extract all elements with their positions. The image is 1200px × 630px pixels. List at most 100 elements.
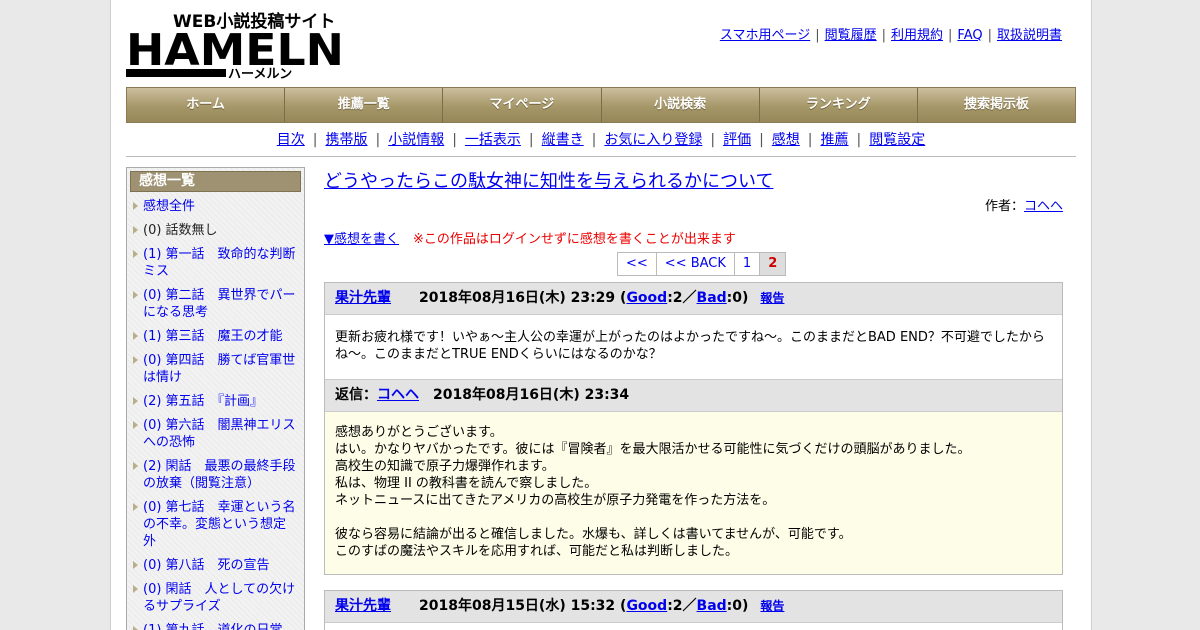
reply-header: 返信：コヘヘ 2018年08月16日(木) 23:34	[325, 379, 1062, 412]
author-link[interactable]: コヘヘ	[1024, 199, 1063, 214]
sidebar-item[interactable]: (1) 第一話 致命的な判断ミス	[127, 243, 304, 284]
comment-card: 果汁先輩 2018年08月16日(木) 23:29 (Good:2／Bad:0) 報…	[324, 282, 1063, 575]
comment-body: 更新お疲れ様です！いやぁ〜主人公の幸運が上がったのはよかったですね〜。このままだ…	[335, 330, 1045, 362]
sidebar-item-label[interactable]: (0) 閑話 人としての欠けるサプライズ	[143, 582, 295, 614]
sidebar-item-label[interactable]: (1) 第九話 道化の日常	[143, 623, 283, 630]
comment-card: 果汁先輩 2018年08月15日(水) 15:32 (Good:2／Bad:0) 報…	[324, 590, 1063, 630]
bullet-arrow-icon	[133, 561, 138, 569]
sidebar-item-label[interactable]: (0) 第四話 勝てば官軍世は情け	[143, 353, 295, 385]
bullet-arrow-icon	[133, 291, 138, 299]
sidebar-item[interactable]: (1) 第三話 魔王の才能	[127, 325, 304, 349]
sidebar-item: (0) 話数無し	[127, 219, 304, 243]
bad-link[interactable]: Bad	[697, 290, 727, 306]
reply-line: はい。かなりヤバかったです。彼には『冒険者』を最大限活かせる可能性に気づくだけの…	[335, 442, 971, 457]
sidebar-list: 感想全件 (0) 話数無し (1) 第一話 致命的な判断ミス (0) 第二話 異世界で…	[127, 195, 304, 630]
reply-date: 2018年08月16日(木) 23:34	[433, 387, 630, 403]
nav-recommend[interactable]: 推薦一覧	[285, 88, 444, 122]
sidebar-item[interactable]: (0) 第六話 闇黒神エリスへの恐怖	[127, 414, 304, 455]
good-count: :2／	[667, 598, 697, 614]
sidebar-title: 感想一覧	[130, 171, 301, 192]
sidebar-item-label[interactable]: (0) 第二話 異世界でパーになる思考	[143, 288, 296, 320]
good-count: :2／	[667, 290, 697, 306]
report-link[interactable]: 報告	[760, 599, 784, 613]
sidebar-item-label[interactable]: (2) 閑話 最悪の最終手段の放棄（閲覧注意）	[143, 459, 296, 491]
comment-body	[325, 623, 1062, 630]
reply-line: このすばの魔法やスキルを応用すれば、可能だと私は判断しました。	[335, 544, 739, 559]
sidebar-item-label[interactable]: (0) 第八話 死の宣告	[143, 558, 270, 573]
comment-date: 2018年08月16日(木) 23:29 (	[419, 290, 627, 306]
reply-user-link[interactable]: コヘヘ	[377, 387, 419, 403]
comment-header: 果汁先輩 2018年08月15日(水) 15:32 (Good:2／Bad:0) 報…	[325, 591, 1062, 623]
sidebar-item[interactable]: (0) 第八話 死の宣告	[127, 554, 304, 578]
subnav-vertical[interactable]: 縦書き	[542, 132, 584, 148]
nav-search[interactable]: 小説検索	[602, 88, 760, 122]
subnav-rate[interactable]: 評価	[723, 132, 751, 148]
bullet-arrow-icon	[133, 250, 138, 258]
bad-link[interactable]: Bad	[697, 598, 727, 614]
reply-line: 高校生の知識で原子力爆弾作れます。	[335, 459, 555, 474]
page: WEB小説投稿サイト HAMELN ハーメルン スマホ用ページ | 閲覧履歴 | 利用規…	[110, 0, 1092, 630]
bad-count: :0)	[726, 598, 749, 614]
comment-date: 2018年08月15日(水) 15:32 (	[419, 598, 627, 614]
login-notice: ※この作品はログインせずに感想を書くことが出来ます	[413, 232, 736, 247]
report-link[interactable]: 報告	[760, 291, 784, 305]
author-line: 作者：コヘヘ	[324, 195, 1063, 214]
pager-first[interactable]: <<	[617, 252, 656, 276]
sidebar-item-label: (0) 話数無し	[143, 223, 218, 238]
write-comment-link[interactable]: ▼感想を書く	[324, 232, 399, 247]
subnav-mobile[interactable]: 携帯版	[325, 132, 367, 148]
bullet-arrow-icon	[133, 462, 138, 470]
top-link-smartphone[interactable]: スマホ用ページ	[720, 28, 810, 43]
top-link-history[interactable]: 閲覧履歴	[825, 28, 877, 43]
comment-user-link[interactable]: 果汁先輩	[335, 290, 391, 306]
comment-header: 果汁先輩 2018年08月16日(木) 23:29 (Good:2／Bad:0) 報…	[325, 283, 1062, 315]
sidebar-item[interactable]: (1) 第九話 道化の日常	[127, 619, 304, 630]
comment-user-link[interactable]: 果汁先輩	[335, 598, 391, 614]
bullet-arrow-icon	[133, 332, 138, 340]
sidebar-item-label[interactable]: (0) 第七話 幸運という名の不幸。変態という想定外	[143, 500, 296, 549]
sidebar-item-label[interactable]: 感想全件	[143, 199, 195, 214]
top-link-terms[interactable]: 利用規約	[891, 28, 943, 43]
logo-sub: ハーメルン	[228, 67, 292, 80]
reply-line: 彼なら容易に結論が出ると確信しました。水爆も、詳しくは書いてませんが、可能です。	[335, 527, 852, 542]
sidebar-item-label[interactable]: (1) 第一話 致命的な判断ミス	[143, 247, 296, 279]
sidebar-item-label[interactable]: (0) 第六話 闇黒神エリスへの恐怖	[143, 418, 296, 450]
reply-label: 返信：	[335, 387, 377, 403]
sidebar-item-label[interactable]: (1) 第三話 魔王の才能	[143, 329, 283, 344]
nav-board[interactable]: 捜索掲示板	[918, 88, 1075, 122]
nav-mypage[interactable]: マイページ	[443, 88, 602, 122]
novel-title[interactable]: どうやったらこの駄女神に知性を与えられるかについて	[324, 171, 773, 192]
good-link[interactable]: Good	[626, 290, 667, 306]
divider	[126, 156, 1076, 157]
bullet-arrow-icon	[133, 503, 138, 511]
author-label: 作者：	[984, 199, 1024, 214]
sidebar-item[interactable]: (0) 第七話 幸運という名の不幸。変態という想定外	[127, 496, 304, 554]
sidebar-item[interactable]: (0) 第二話 異世界でパーになる思考	[127, 284, 304, 325]
bullet-arrow-icon	[133, 585, 138, 593]
pager-page-1[interactable]: 1	[733, 252, 760, 276]
subnav-recommend[interactable]: 推薦	[821, 132, 849, 148]
sidebar-item[interactable]: (0) 閑話 人としての欠けるサプライズ	[127, 578, 304, 619]
reply-line: ネットニュースに出てきたアメリカの高校生が原子力発電を作った方法を。	[335, 493, 776, 508]
sidebar-item[interactable]: (0) 第四話 勝てば官軍世は情け	[127, 349, 304, 390]
hameln-logo[interactable]: WEB小説投稿サイト HAMELN ハーメルン	[126, 10, 346, 80]
bullet-arrow-icon	[133, 626, 138, 630]
top-link-faq[interactable]: FAQ	[957, 28, 982, 43]
pager-back[interactable]: << BACK	[655, 252, 734, 276]
nav-ranking[interactable]: ランキング	[760, 88, 918, 122]
subnav-settings[interactable]: 閲覧設定	[869, 132, 925, 148]
sidebar-item[interactable]: (2) 閑話 最悪の最終手段の放棄（閲覧注意）	[127, 455, 304, 496]
subnav-all[interactable]: 一括表示	[465, 132, 521, 148]
subnav-info[interactable]: 小説情報	[388, 132, 444, 148]
bullet-arrow-icon	[133, 356, 138, 364]
subnav-toc[interactable]: 目次	[277, 132, 305, 148]
good-link[interactable]: Good	[626, 598, 667, 614]
subnav-favorite[interactable]: お気に入り登録	[604, 132, 702, 148]
sidebar-item-label[interactable]: (2) 第五話 『計画』	[143, 394, 263, 409]
nav-home[interactable]: ホーム	[127, 88, 286, 122]
sidebar-item[interactable]: 感想全件	[127, 195, 304, 219]
bullet-arrow-icon	[133, 226, 138, 234]
subnav-comments[interactable]: 感想	[772, 132, 800, 148]
top-link-manual[interactable]: 取扱説明書	[997, 28, 1062, 43]
sidebar-item[interactable]: (2) 第五話 『計画』	[127, 390, 304, 414]
